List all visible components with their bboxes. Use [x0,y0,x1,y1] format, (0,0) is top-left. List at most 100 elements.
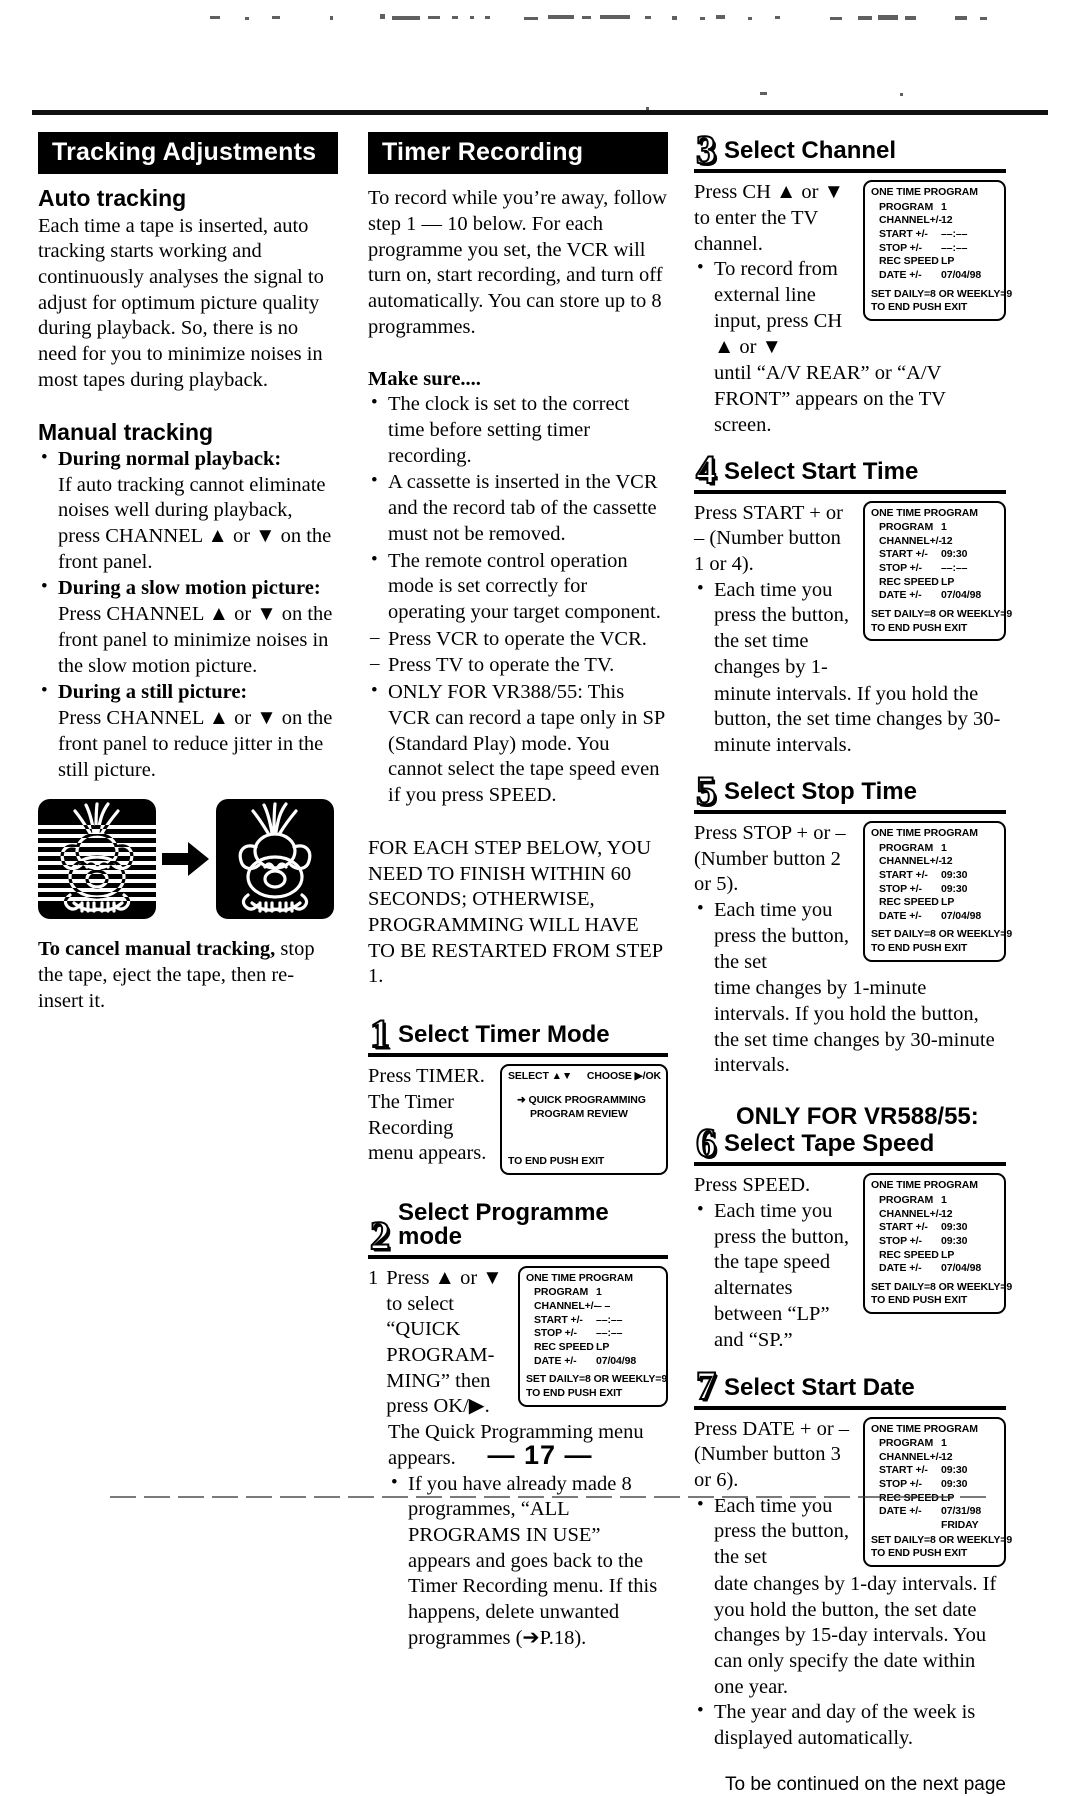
list-item: Each time you press the button, the set … [694,577,854,681]
osd-choose-hint: CHOOSE ▶/OK [586,1070,661,1083]
osd-row-value: 09:30 [941,1221,968,1234]
osd-row-value: 1 [941,1193,947,1206]
osd-row-label: START +/- [879,868,928,881]
step-title: Select Channel [724,137,897,165]
osd-row: STOP +/- ––:–– [879,562,999,576]
step-5-text-wrap: Press STOP + or – (Number button 2 or 5)… [694,821,854,976]
osd-row-value: 09:30 [941,882,968,895]
osd-row-label: STOP +/- [879,1234,922,1247]
osd-footer: SET DAILY=8 OR WEEKLY=9 TO END PUSH EXIT [871,1280,1013,1308]
osd-title: ONE TIME PROGRAM [871,826,978,839]
heading-manual-tracking: Manual tracking [38,418,214,445]
step-3-notes: To record from external line input, pres… [694,256,854,360]
scan-artifact [470,16,474,19]
list-item: ONLY FOR VR388/55: This VCR can record a… [368,679,668,809]
step-title: Select Timer Mode [398,1021,610,1049]
step-title: Select Start Time [724,457,919,485]
list-item: Each time you press the button, the set [694,897,854,975]
osd-row-label: REC SPEED [879,1492,941,1506]
osd-row-value: 09:30 [941,868,968,881]
scan-artifact [775,16,780,19]
step-7-notes: Each time you press the button, the set [694,1493,854,1571]
osd-rows: PROGRAM 1 CHANNEL+/- 12 START +/- 09:30 STO… [879,1194,999,1276]
osd-row: CHANNEL+/- 12 [879,855,999,869]
osd-rows: PROGRAM 1 CHANNEL+/- 12 START +/- 09:30 STO… [879,521,999,603]
step-2-notes: If you have already made 8 programmes, “… [388,1471,668,1652]
step-3-bullet-continued: until “A/V REAR” or “A/V FRONT” appears … [714,362,946,436]
osd-row: REC SPEEDLP [879,576,999,590]
step-1-heading: 1 Select Timer Mode [368,1012,668,1058]
manual-item-text: If auto tracking cannot eliminate noises… [58,473,332,573]
step-7-notes-2: The year and day of the week is displaye… [694,1699,1006,1751]
step-2-body: 1 Press ▲ or ▼ to select “QUICK PROGRAM-… [368,1265,668,1420]
osd-one-time-program-step4: ONE TIME PROGRAM PROGRAM 1 CHANNEL+/- 12 S… [863,500,1012,642]
osd-row-label: REC SPEED [879,255,939,268]
osd-footer: SET DAILY=8 OR WEEKLY=9 TO END PUSH EXIT [871,928,1012,955]
list-item: The clock is set to the correct time bef… [368,391,668,469]
scan-artifact [485,16,490,19]
scan-artifact [245,17,249,20]
step-5-notes: Each time you press the button, the set [694,897,854,975]
osd-day-of-week: FRIDAY [941,1519,979,1532]
osd-row: PROGRAM 1 [534,1286,661,1300]
page-number: — 17 — [487,1440,593,1470]
osd-row: STOP +/- ––:–– [534,1327,661,1341]
scan-artifact [600,15,630,19]
osd-row-value: 1 [596,1286,602,1299]
list-item: During a still picture: Press CHANNEL ▲ … [38,679,338,783]
osd-footer-line1: SET DAILY=8 OR WEEKLY=9 [526,1373,668,1386]
osd-row-value: 1 [941,841,947,854]
step-title: Select Programme mode [398,1198,609,1250]
step-5-bullet-continued: time changes by 1-minute intervals. If y… [714,977,995,1077]
osd-row-value: 12 [941,214,953,227]
osd-row-value: 07/04/98 [596,1354,637,1367]
osd-title: ONE TIME PROGRAM [526,1271,633,1284]
column-tracking-adjustments: Tracking Adjustments Auto tracking Each … [38,132,338,1014]
list-item: During a slow motion picture: Press CHAN… [38,575,338,679]
osd-footer-line1: SET DAILY=8 OR WEEKLY=9 [871,1280,1013,1293]
osd-row: DATE +/- 07/04/98 [534,1355,661,1369]
scan-artifact [272,16,280,19]
scan-artifact [210,16,220,19]
heading-auto-tracking: Auto tracking [38,185,187,212]
list-manual-tracking: During normal playback: If auto tracking… [38,446,338,783]
scan-artifact [548,15,574,19]
osd-row: REC SPEEDLP [879,255,999,269]
osd-row-value: 07/04/98 [941,589,982,602]
noisy-picture-icon [38,799,156,920]
step-4-text: Press START + or – (Number button 1 or 4… [694,501,843,575]
step-2-heading: 2 Select Programme mode [368,1198,668,1259]
step-4-notes: Each time you press the button, the set … [694,577,854,681]
osd-footer-line2: TO END PUSH EXIT [871,942,968,955]
arrow-container [160,842,212,877]
osd-row: REC SPEEDLP [534,1341,661,1355]
osd-row-label: DATE +/- [879,1262,922,1275]
osd-row: PROGRAM 1 [879,842,999,856]
clean-picture-icon [216,799,334,920]
osd-row: START +/- ––:–– [879,228,999,242]
osd-row-value: 07/04/98 [941,269,982,282]
osd-row-label: CHANNEL+/- [879,1207,942,1220]
step-4-body: Press START + or – (Number button 1 or 4… [694,500,1012,682]
osd-row-label: STOP +/- [879,241,922,254]
osd-row-value: ––:–– [596,1327,623,1340]
osd-row-label: REC SPEED [534,1341,594,1354]
osd-one-time-program-step6: ONE TIME PROGRAM PROGRAM 1 CHANNEL+/- 12 S… [863,1173,1013,1315]
osd-row-label: CHANNEL+/- [879,214,942,227]
osd-rows: PROGRAM 1 CHANNEL+/- – – START +/- ––:–– ST… [534,1286,661,1368]
osd-rows: PROGRAM 1 CHANNEL+/- 12 START +/- 09:30 STO… [879,842,999,924]
osd-row-value: LP [941,1492,954,1506]
footer-scan-line [110,1496,990,1498]
osd-row-label: STOP +/- [879,562,922,575]
list-item: During normal playback: If auto tracking… [38,446,338,576]
osd-row-label: CHANNEL+/- [534,1300,597,1313]
osd-row-value: LP [941,1248,955,1261]
scan-artifact [645,16,651,19]
osd-row: START +/- 09:30 [879,1221,999,1235]
scan-artifact [582,16,591,19]
step-5-heading: 5 Select Stop Time [694,769,1006,814]
osd-row: REC SPEEDLP [879,896,999,910]
osd-row-value: ––:–– [941,562,968,575]
osd-row-label: START +/- [879,228,928,241]
section-banner-timer: Timer Recording [368,132,668,175]
